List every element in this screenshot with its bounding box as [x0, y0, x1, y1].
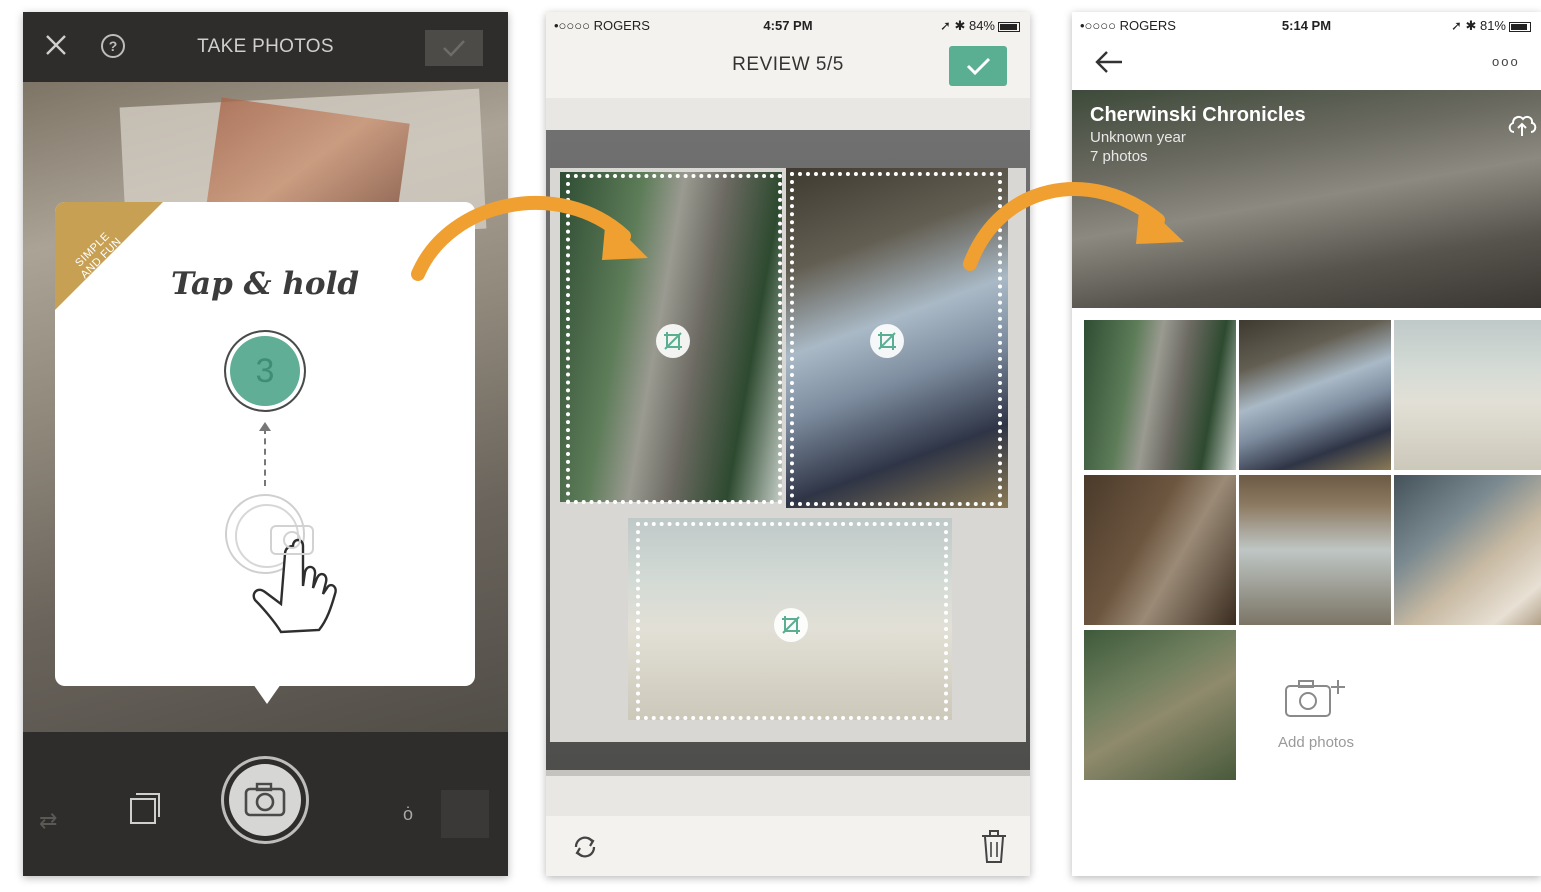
timer-icon[interactable]: ȯ: [403, 804, 413, 825]
battery-icon: [1509, 21, 1531, 32]
back-arrow-icon[interactable]: [1094, 50, 1124, 74]
album-photo-thumbnail[interactable]: [1084, 630, 1236, 780]
close-icon[interactable]: [43, 32, 69, 58]
check-icon: [966, 57, 991, 76]
status-bar: •○○○○ ROGERS 4:57 PM ➚ ✱ 84%: [546, 12, 1030, 38]
album-photo-thumbnail[interactable]: [1084, 320, 1236, 470]
battery-percent: 81%: [1479, 18, 1506, 33]
add-photos-button[interactable]: Add photos: [1240, 630, 1392, 780]
battery-percent: 84%: [968, 18, 995, 33]
battery-indicator: ➚ ✱ 84%: [940, 18, 1020, 34]
top-bar: ? TAKE PHOTOS: [23, 12, 508, 82]
shutter-inner: [229, 764, 301, 836]
crop-icon[interactable]: [870, 324, 904, 358]
step-counter: 3: [224, 330, 306, 412]
album-title: Cherwinski Chronicles: [1090, 104, 1306, 126]
crop-icon[interactable]: [774, 608, 808, 642]
album-photo-thumbnail[interactable]: [1084, 475, 1236, 625]
dashed-arrow: [264, 428, 266, 486]
more-options-icon[interactable]: ooo: [1492, 54, 1520, 69]
album-photo-thumbnail[interactable]: [1239, 320, 1391, 470]
phone-take-photos: ? TAKE PHOTOS SIMPLE AND FUN Tap & hold …: [23, 12, 508, 876]
card-pointer: [253, 684, 281, 704]
battery-icon: [998, 21, 1020, 32]
check-icon: [443, 40, 465, 57]
flip-camera-icon[interactable]: ⇄: [39, 808, 57, 834]
album-photo-thumbnail[interactable]: [1394, 320, 1541, 470]
add-camera-icon: [1285, 680, 1345, 717]
album-photo-count: 7 photos: [1090, 148, 1148, 165]
last-photo-thumbnail[interactable]: [441, 790, 489, 838]
album-nav: ooo: [1072, 38, 1541, 90]
cloud-upload-icon[interactable]: [1506, 110, 1538, 138]
page-title: TAKE PHOTOS: [197, 36, 334, 57]
bluetooth-icon: ➚ ✱: [939, 18, 969, 33]
add-photos-label: Add photos: [1278, 734, 1354, 751]
phone-review: •○○○○ ROGERS 4:57 PM ➚ ✱ 84% REVIEW 5/5: [546, 12, 1030, 876]
bluetooth-icon: ➚ ✱: [1450, 18, 1480, 33]
scanned-page: [546, 130, 1030, 780]
help-icon[interactable]: ?: [101, 34, 125, 58]
shutter-button[interactable]: [221, 756, 309, 844]
tutorial-title: Tap & hold: [170, 266, 360, 302]
battery-indicator: ➚ ✱ 81%: [1451, 18, 1531, 34]
done-button[interactable]: [425, 30, 483, 66]
review-toolbar: [546, 776, 1030, 876]
album-cover: Cherwinski Chronicles Unknown year 7 pho…: [1072, 90, 1541, 308]
camera-controls: ⇄ ȯ: [23, 732, 508, 876]
crop-icon[interactable]: [656, 324, 690, 358]
review-band: [546, 98, 1030, 130]
review-header: REVIEW 5/5: [546, 38, 1030, 98]
phone-album: •○○○○ ROGERS 5:14 PM ➚ ✱ 81% ooo Cherwin…: [1072, 12, 1541, 876]
stack-mode-icon[interactable]: [130, 793, 160, 824]
hand-pointer-icon: [252, 525, 337, 634]
album-photo-thumbnail[interactable]: [1239, 475, 1391, 625]
camera-icon: [244, 782, 286, 817]
toolbar-band: [546, 776, 1030, 816]
status-bar: •○○○○ ROGERS 5:14 PM ➚ ✱ 81%: [1072, 12, 1541, 38]
tutorial-card: SIMPLE AND FUN Tap & hold 3: [55, 202, 475, 686]
trash-icon[interactable]: [980, 830, 1008, 864]
album-year: Unknown year: [1090, 129, 1186, 146]
rotate-icon[interactable]: [570, 832, 600, 862]
app-showcase: ? TAKE PHOTOS SIMPLE AND FUN Tap & hold …: [0, 0, 1541, 892]
album-photo-thumbnail[interactable]: [1394, 475, 1541, 625]
confirm-button[interactable]: [949, 46, 1007, 86]
